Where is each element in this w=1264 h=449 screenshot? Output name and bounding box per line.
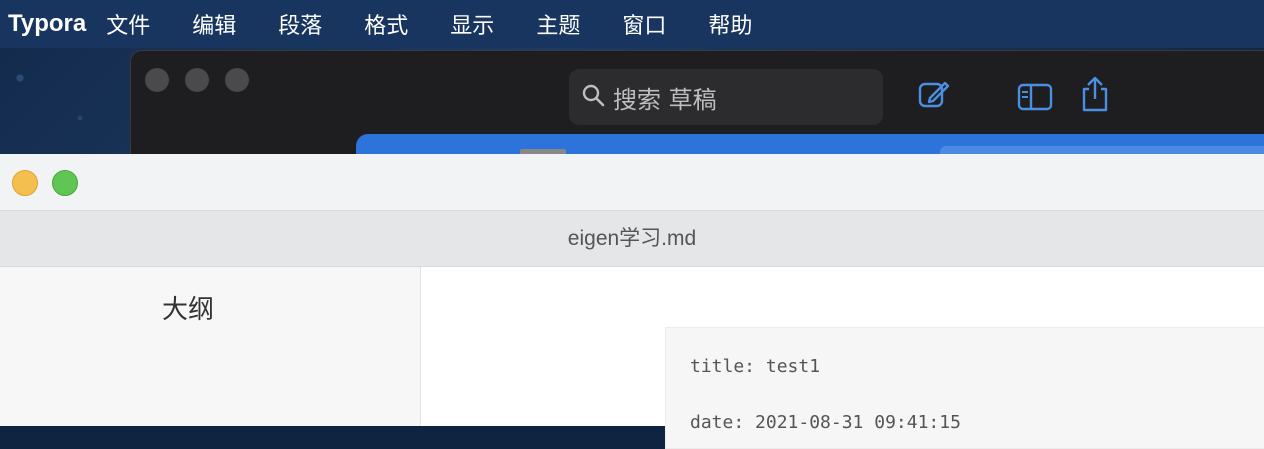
menu-window[interactable]: 窗口 — [622, 8, 666, 40]
menu-help[interactable]: 帮助 — [708, 8, 752, 40]
minimize-light[interactable] — [185, 68, 209, 92]
search-icon — [569, 83, 605, 111]
menu-theme[interactable]: 主题 — [536, 8, 580, 40]
minimize-button[interactable] — [12, 170, 38, 196]
app-menu[interactable]: Typora — [8, 10, 86, 38]
zoom-light[interactable] — [225, 68, 249, 92]
menu-view[interactable]: 显示 — [450, 8, 494, 40]
file-tab-bar: eigen学习.md — [0, 211, 1264, 267]
zoom-button[interactable] — [52, 170, 78, 196]
outline-heading: 大纲 — [161, 295, 214, 325]
editor-area[interactable]: title: test1 date: 2021-08-31 09:41:15 — [421, 267, 1264, 449]
front-matter-block[interactable]: title: test1 date: 2021-08-31 09:41:15 — [665, 327, 1264, 449]
title-bar — [0, 154, 1264, 211]
front-matter-date: date: 2021-08-31 09:41:15 — [690, 412, 961, 433]
menu-edit[interactable]: 编辑 — [192, 8, 236, 40]
search-field[interactable]: 搜索 草稿 — [569, 69, 883, 125]
menu-paragraph[interactable]: 段落 — [278, 8, 322, 40]
front-matter-title: title: test1 — [690, 356, 821, 377]
close-light[interactable] — [145, 68, 169, 92]
share-icon[interactable] — [1079, 75, 1111, 117]
compose-icon[interactable] — [917, 77, 951, 115]
outline-sidebar: 大纲 — [0, 267, 421, 426]
file-name[interactable]: eigen学习.md — [568, 227, 696, 250]
typora-window: eigen学习.md 大纲 title: test1 date: 2021-08… — [0, 154, 1264, 449]
menu-file[interactable]: 文件 — [106, 8, 150, 40]
menu-bar: Typora 文件 编辑 段落 格式 显示 主题 窗口 帮助 — [0, 0, 1264, 48]
menu-format[interactable]: 格式 — [364, 8, 408, 40]
search-placeholder: 搜索 草稿 — [613, 85, 717, 114]
sidebar-toggle-icon[interactable] — [1017, 83, 1053, 115]
